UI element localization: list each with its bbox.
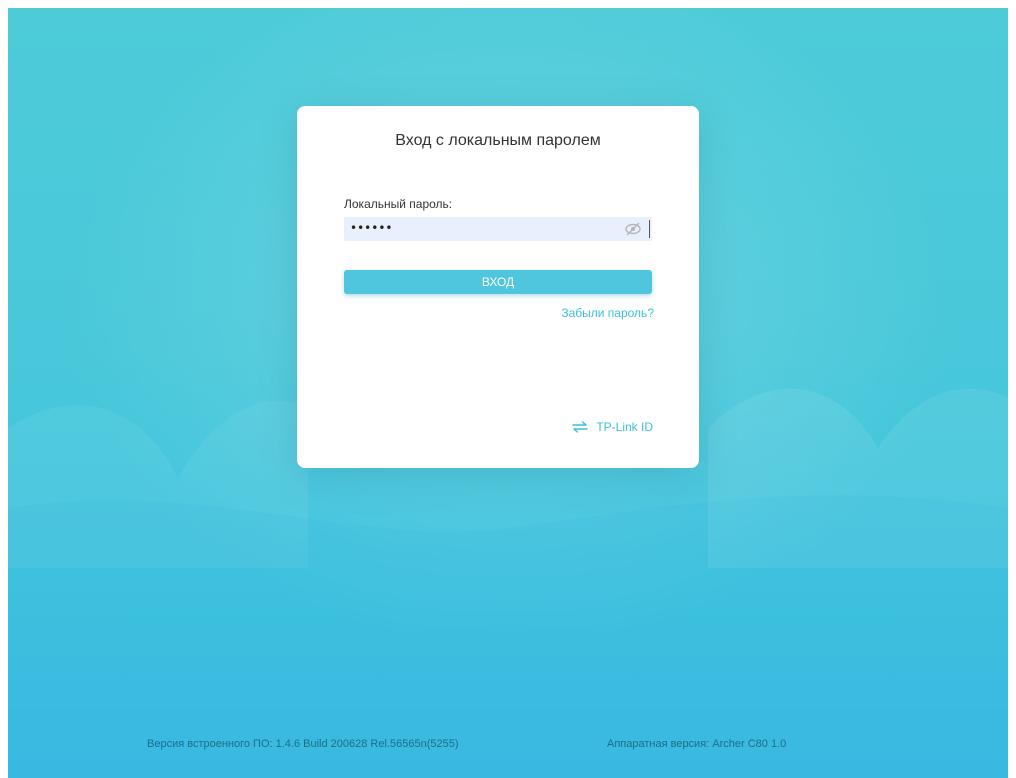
login-title: Вход с локальным паролем	[395, 132, 601, 149]
password-field[interactable]: ••••••	[344, 217, 652, 241]
hardware-version: Аппаратная версия: Archer C80 1.0	[607, 738, 787, 750]
firmware-version: Версия встроенного ПО: 1.4.6 Build 20062…	[147, 738, 459, 750]
text-caret	[649, 220, 650, 238]
login-page: Вход с локальным паролем Локальный парол…	[8, 8, 1008, 778]
login-card: Вход с локальным паролем Локальный парол…	[297, 106, 699, 468]
eye-slash-icon[interactable]	[624, 221, 642, 237]
password-label: Локальный пароль:	[344, 197, 453, 211]
forgot-password-link[interactable]: Забыли пароль?	[561, 306, 654, 320]
tplink-id-label: TP-Link ID	[596, 420, 653, 434]
login-button[interactable]: ВХОД	[344, 270, 652, 294]
tplink-id-link[interactable]: TP-Link ID	[572, 420, 653, 434]
swap-arrows-icon	[572, 421, 589, 433]
password-value: ••••••	[350, 221, 393, 235]
